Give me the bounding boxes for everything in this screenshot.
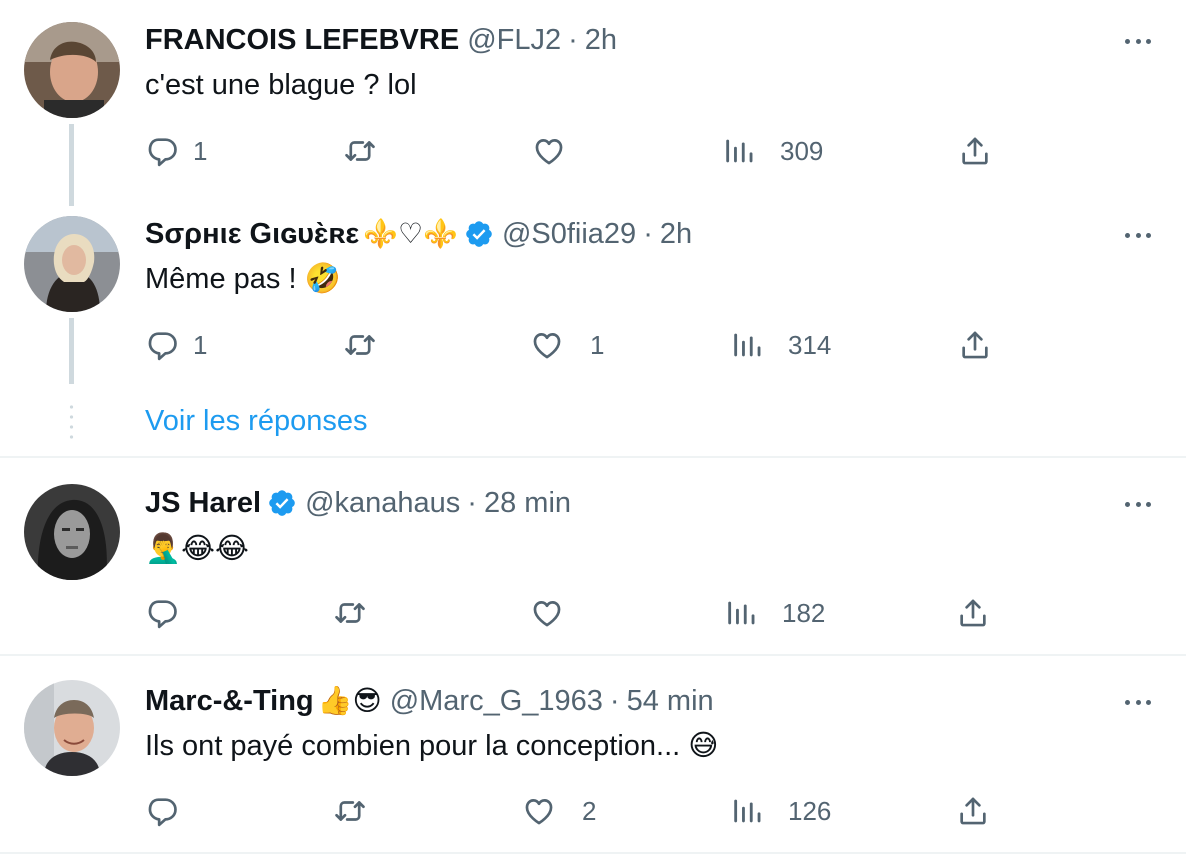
tweet-text: 🤦‍♂️😂😂 xyxy=(145,533,249,565)
tweet[interactable]: FRANCOIS LEFEBVRE @FLJ2 · 2h c'est une b… xyxy=(0,0,1186,200)
timestamp[interactable]: 28 min xyxy=(484,485,571,521)
share-icon xyxy=(958,134,992,168)
retweet-button[interactable] xyxy=(333,593,367,633)
share-button[interactable] xyxy=(956,593,990,633)
tweet[interactable]: Sσρнιε Gιɢυɛ̀ʀε ⚜️♡⚜️ @S0fiia29 · 2h Mêm… xyxy=(0,196,1186,396)
divider xyxy=(0,852,1186,854)
share-button[interactable] xyxy=(958,131,992,171)
thread-dots xyxy=(69,402,74,440)
share-button[interactable] xyxy=(956,791,990,831)
action-bar: 1 1 314 xyxy=(0,325,1186,365)
avatar[interactable] xyxy=(24,22,120,118)
tweet-text: c'est une blague ? lol xyxy=(145,69,417,101)
action-bar: 182 xyxy=(0,593,1186,633)
name-emoji: ⚜️♡⚜️ xyxy=(363,218,458,249)
tweet-text: Ils ont payé combien pour la conception.… xyxy=(145,730,719,762)
retweet-icon xyxy=(343,328,377,362)
views-button[interactable]: 314 xyxy=(730,325,831,365)
reply-count: 1 xyxy=(193,329,208,360)
timestamp[interactable]: 54 min xyxy=(627,683,714,719)
more-icon[interactable] xyxy=(1120,31,1156,51)
views-icon xyxy=(722,134,756,168)
views-icon xyxy=(724,596,758,630)
separator: · xyxy=(467,487,477,519)
more-icon[interactable] xyxy=(1120,225,1156,245)
reply-count: 1 xyxy=(193,135,208,166)
reply-icon xyxy=(145,794,179,828)
user-handle[interactable]: @S0fiia29 xyxy=(502,216,636,252)
name-emoji: 👍😎 xyxy=(317,685,382,716)
more-icon[interactable] xyxy=(1120,692,1156,712)
replies-feed: FRANCOIS LEFEBVRE @FLJ2 · 2h c'est une b… xyxy=(0,0,1186,864)
like-button[interactable]: 1 xyxy=(530,325,604,365)
tweet-header: FRANCOIS LEFEBVRE @FLJ2 · 2h xyxy=(145,22,617,58)
separator: · xyxy=(643,218,653,250)
tweet[interactable]: Marc-&-Ting 👍😎 @Marc_G_1963 · 54 min Ils… xyxy=(0,656,1186,852)
retweet-button[interactable] xyxy=(343,131,377,171)
display-name[interactable]: Sσρнιε Gιɢυɛ̀ʀε xyxy=(145,216,359,252)
share-button[interactable] xyxy=(958,325,992,365)
views-icon xyxy=(730,794,764,828)
reply-button[interactable]: 1 xyxy=(145,131,207,171)
like-count: 1 xyxy=(590,329,605,360)
display-name[interactable]: Marc-&-Ting xyxy=(145,683,314,719)
like-button[interactable] xyxy=(532,131,566,171)
retweet-button[interactable] xyxy=(343,325,377,365)
like-icon xyxy=(530,596,564,630)
reply-icon xyxy=(145,134,179,168)
avatar[interactable] xyxy=(24,680,120,776)
like-icon xyxy=(532,134,566,168)
retweet-icon xyxy=(333,596,367,630)
show-replies-link[interactable]: Voir les réponses xyxy=(145,403,367,439)
user-handle[interactable]: @Marc_G_1963 xyxy=(390,683,603,719)
tweet-header: Sσρнιε Gιɢυɛ̀ʀε ⚜️♡⚜️ @S0fiia29 · 2h xyxy=(145,216,692,252)
tweet[interactable]: JS Harel @kanahaus · 28 min 🤦‍♂️😂😂 182 xyxy=(0,458,1186,654)
views-button[interactable]: 309 xyxy=(722,131,823,171)
reply-button[interactable]: 1 xyxy=(145,325,207,365)
views-count: 126 xyxy=(788,795,832,826)
tweet-header: JS Harel @kanahaus · 28 min xyxy=(145,485,571,521)
share-icon xyxy=(956,794,990,828)
share-icon xyxy=(956,596,990,630)
like-button[interactable]: 2 xyxy=(522,791,596,831)
reply-icon xyxy=(145,596,179,630)
separator: · xyxy=(609,685,620,717)
like-icon xyxy=(530,328,564,362)
reply-button[interactable] xyxy=(145,593,179,633)
views-icon xyxy=(730,328,764,362)
timestamp[interactable]: 2h xyxy=(585,22,617,58)
like-icon xyxy=(522,794,556,828)
views-button[interactable]: 126 xyxy=(730,791,831,831)
avatar[interactable] xyxy=(24,216,120,312)
verified-badge-icon[interactable] xyxy=(267,488,297,518)
retweet-button[interactable] xyxy=(333,791,367,831)
views-count: 182 xyxy=(782,597,826,628)
action-bar: 2 126 xyxy=(0,791,1186,831)
verified-badge-icon[interactable] xyxy=(464,219,494,249)
timestamp[interactable]: 2h xyxy=(660,216,692,252)
share-icon xyxy=(958,328,992,362)
user-handle[interactable]: @kanahaus xyxy=(305,485,460,521)
tweet-text: Même pas ! 🤣 xyxy=(145,263,341,295)
action-bar: 1 309 xyxy=(0,131,1186,171)
retweet-icon xyxy=(343,134,377,168)
retweet-icon xyxy=(333,794,367,828)
avatar[interactable] xyxy=(24,484,120,580)
views-count: 309 xyxy=(780,135,824,166)
views-button[interactable]: 182 xyxy=(724,593,825,633)
display-name[interactable]: FRANCOIS LEFEBVRE xyxy=(145,22,459,58)
user-handle[interactable]: @FLJ2 xyxy=(467,22,561,58)
reply-button[interactable] xyxy=(145,791,179,831)
like-button[interactable] xyxy=(530,593,564,633)
tweet-header: Marc-&-Ting 👍😎 @Marc_G_1963 · 54 min xyxy=(145,683,714,719)
reply-icon xyxy=(145,328,179,362)
display-name[interactable]: JS Harel xyxy=(145,485,261,521)
like-count: 2 xyxy=(582,795,597,826)
separator: · xyxy=(568,24,578,56)
more-icon[interactable] xyxy=(1120,494,1156,514)
views-count: 314 xyxy=(788,329,832,360)
